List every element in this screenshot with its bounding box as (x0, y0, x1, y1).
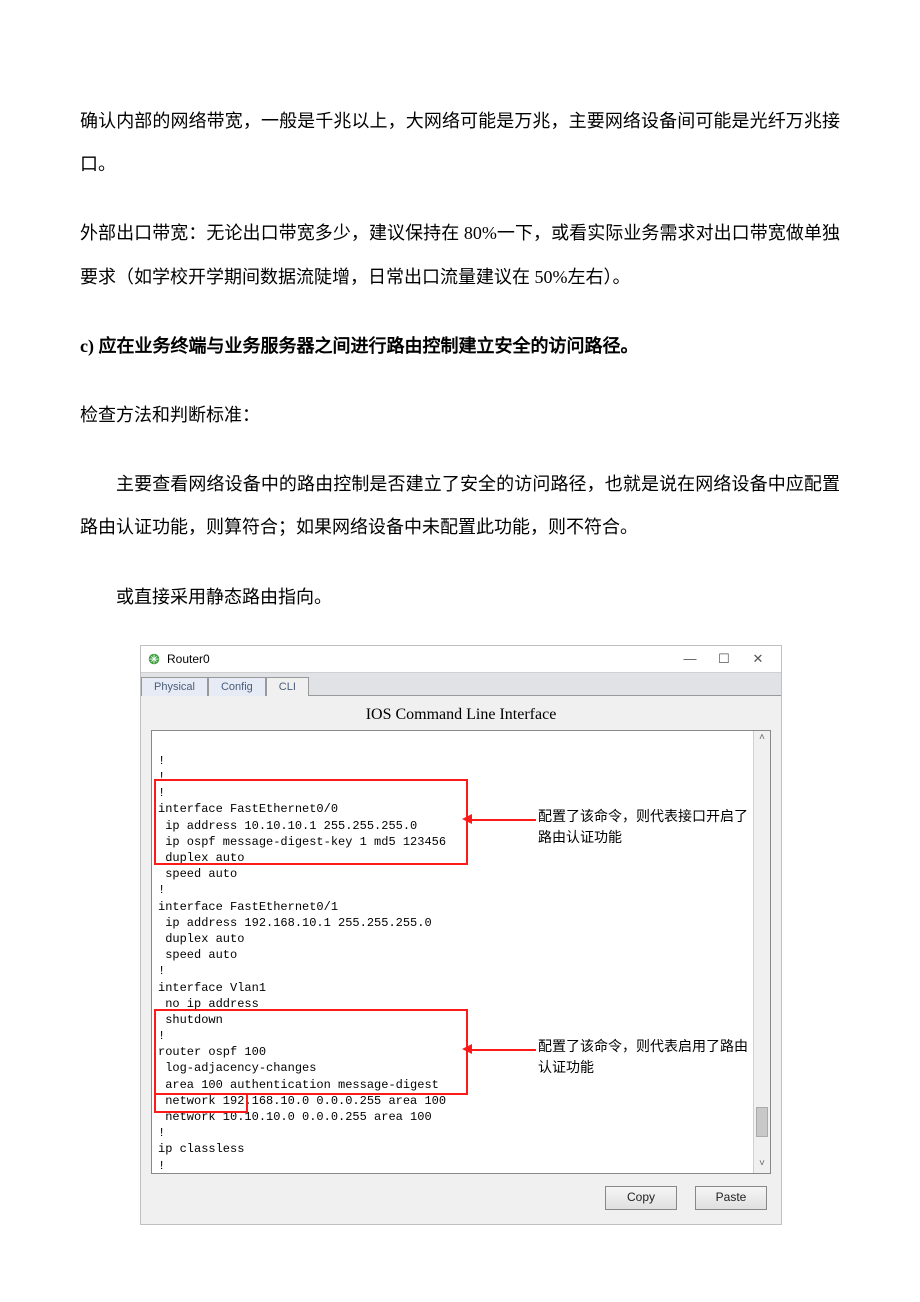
tab-physical[interactable]: Physical (141, 677, 208, 696)
cli-line: ! (158, 786, 165, 800)
cli-line: network 192.168.10.0 0.0.0.255 area 100 (158, 1094, 446, 1108)
tabs: Physical Config CLI (141, 673, 781, 696)
paragraph-2: 外部出口带宽：无论出口带宽多少，建议保持在 80%一下，或看实际业务需求对出口带… (80, 212, 840, 298)
cli-button-row: Copy Paste (141, 1180, 781, 1224)
cli-line: interface FastEthernet0/1 (158, 900, 338, 914)
arrowhead-2 (462, 1044, 472, 1054)
minimize-button[interactable]: — (673, 648, 707, 670)
scroll-down-icon[interactable]: ˅ (754, 1157, 770, 1173)
arrow-1 (466, 819, 536, 821)
cli-output[interactable]: ! ! ! interface FastEthernet0/0 ip addre… (151, 730, 771, 1174)
cli-line: interface Vlan1 (158, 981, 266, 995)
paragraph-1: 确认内部的网络带宽，一般是千兆以上，大网络可能是万兆，主要网络设备间可能是光纤万… (80, 100, 840, 186)
scroll-thumb[interactable] (756, 1107, 768, 1137)
cli-line: ip address 192.168.10.1 255.255.255.0 (158, 916, 432, 930)
paste-button[interactable]: Paste (695, 1186, 767, 1210)
cli-line: ! (158, 770, 165, 784)
cli-line: shutdown (158, 1013, 223, 1027)
arrowhead-1 (462, 814, 472, 824)
cli-line: speed auto (158, 948, 237, 962)
router-icon (147, 652, 161, 666)
cli-line: ! (158, 964, 165, 978)
router-window: Router0 — ☐ ✕ Physical Config CLI IOS Co… (140, 645, 782, 1225)
scroll-up-icon[interactable]: ˄ (754, 731, 770, 747)
scrollbar[interactable]: ˄ ˅ (753, 731, 770, 1173)
cli-title: IOS Command Line Interface (141, 696, 781, 730)
cli-line: ! (158, 1126, 165, 1140)
close-button[interactable]: ✕ (741, 648, 775, 670)
cli-line: log-adjacency-changes (158, 1061, 316, 1075)
paragraph-3: 检查方法和判断标准： (80, 394, 840, 437)
cli-line: speed auto (158, 867, 237, 881)
titlebar: Router0 — ☐ ✕ (141, 646, 781, 673)
cli-line: area 100 authentication message-digest (158, 1078, 439, 1092)
annotation-2: 配置了该命令，则代表启用了路由认证功能 (538, 1037, 758, 1079)
cli-line: interface FastEthernet0/0 (158, 802, 338, 816)
cli-line: ip classless (158, 1142, 244, 1156)
cli-line: ! (158, 1029, 165, 1043)
arrow-2 (466, 1049, 536, 1051)
cli-line: ! (158, 1159, 165, 1173)
copy-button[interactable]: Copy (605, 1186, 677, 1210)
cli-line: ! (158, 754, 165, 768)
cli-line: ip ospf message-digest-key 1 md5 123456 (158, 835, 446, 849)
tab-config[interactable]: Config (208, 677, 266, 696)
maximize-button[interactable]: ☐ (707, 648, 741, 670)
cli-line: ! (158, 883, 165, 897)
cli-line: duplex auto (158, 932, 244, 946)
paragraph-4: 主要查看网络设备中的路由控制是否建立了安全的访问路径，也就是说在网络设备中应配置… (80, 463, 840, 549)
cli-line: ip address 10.10.10.1 255.255.255.0 (158, 819, 417, 833)
cli-line: no ip address (158, 997, 259, 1011)
heading-c: c) 应在业务终端与业务服务器之间进行路由控制建立安全的访问路径。 (80, 325, 840, 368)
cli-line: router ospf 100 (158, 1045, 266, 1059)
annotation-1: 配置了该命令，则代表接口开启了路由认证功能 (538, 807, 758, 849)
cli-line: duplex auto (158, 851, 244, 865)
paragraph-5: 或直接采用静态路由指向。 (80, 576, 840, 619)
window-title: Router0 (167, 652, 673, 666)
cli-line: network 10.10.10.0 0.0.0.255 area 100 (158, 1110, 432, 1124)
tab-cli[interactable]: CLI (266, 677, 309, 696)
